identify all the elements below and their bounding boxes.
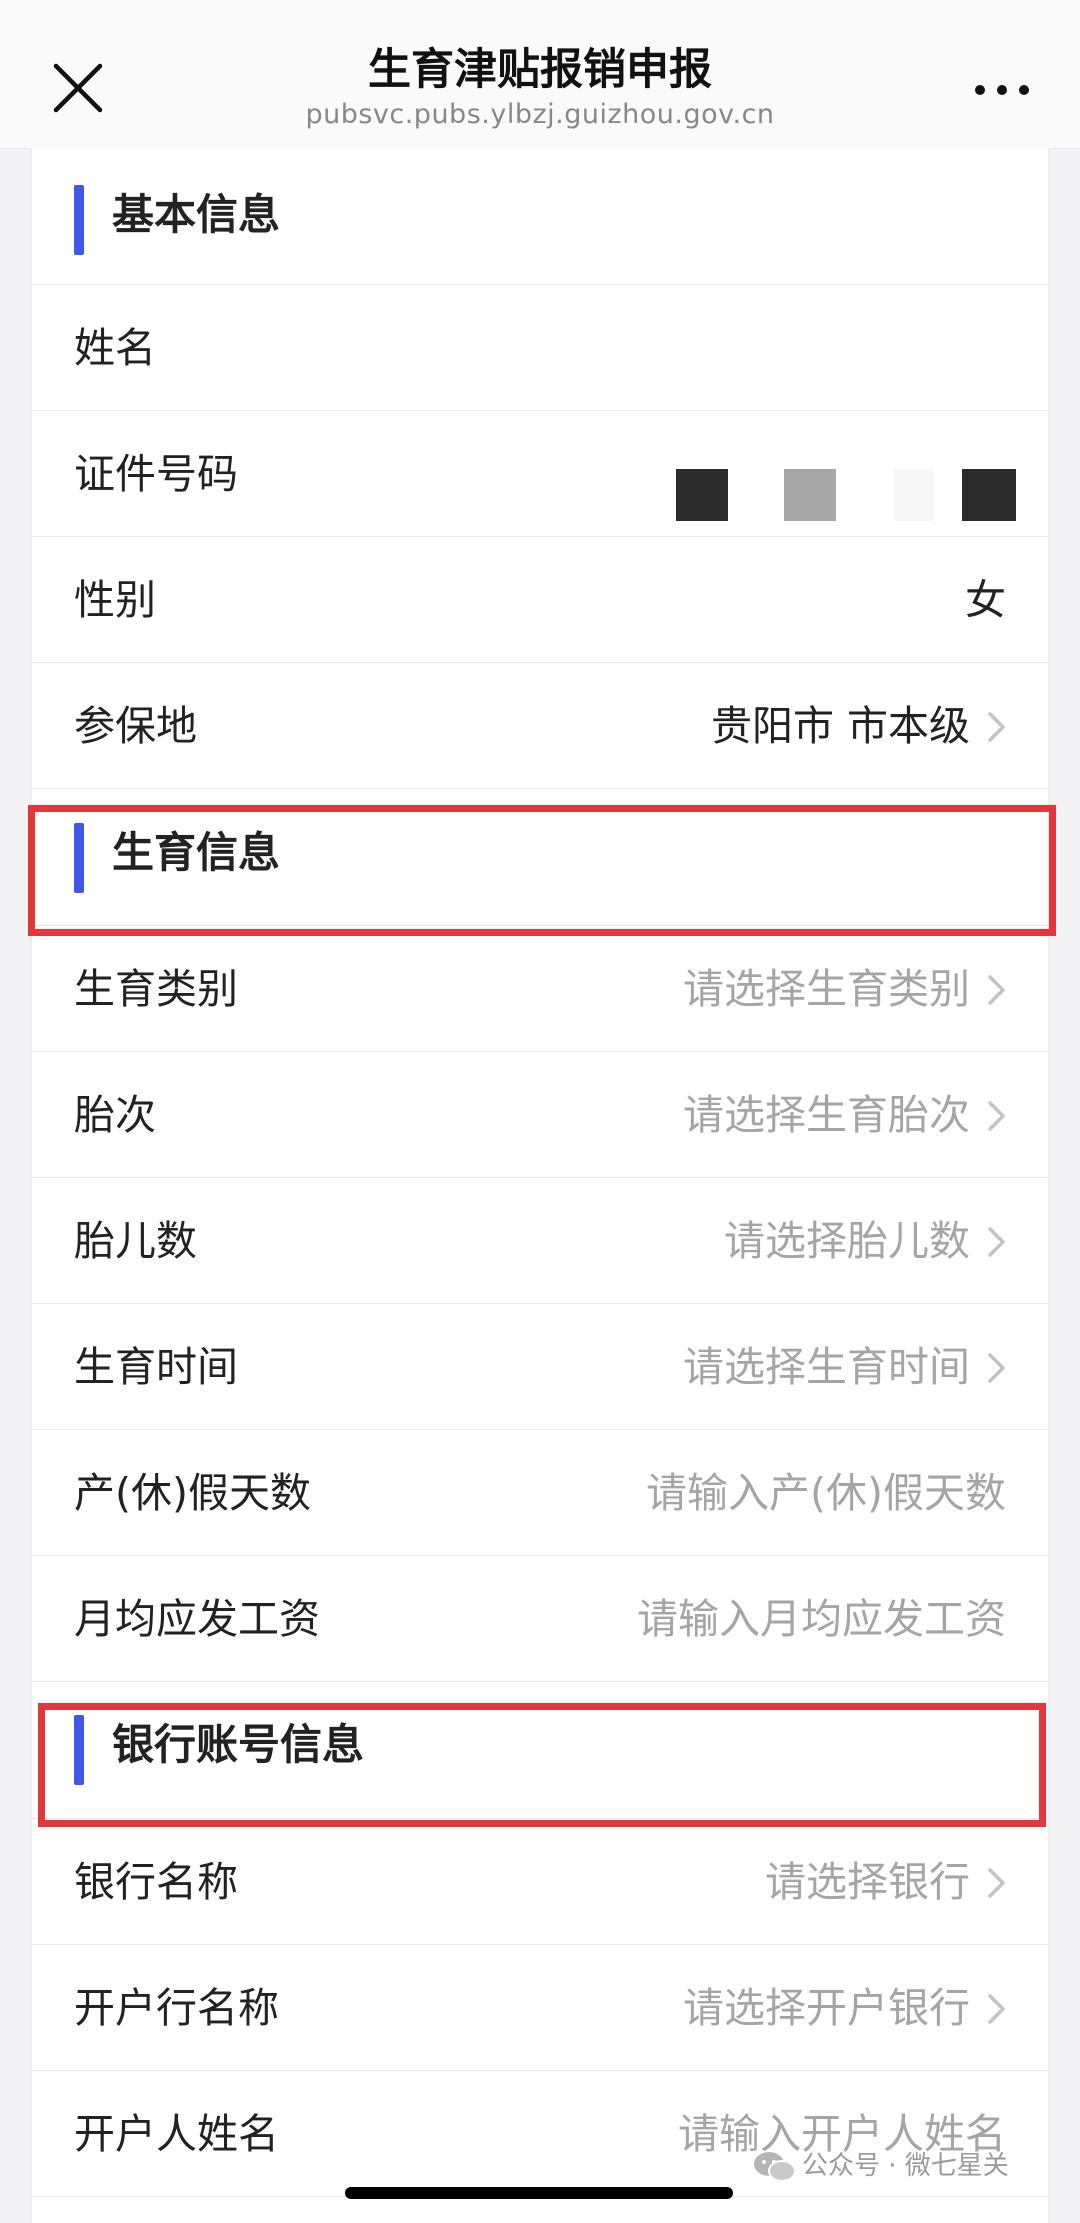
- form-card: 基本信息 姓名 证件号码 性别 女 参保地 贵阳市 市本级 生育信息 生育类别 …: [31, 148, 1049, 2223]
- chevron-right-icon: [986, 1867, 1008, 1899]
- field-label: 胎儿数: [74, 1217, 197, 1265]
- field-label: 银行名称: [74, 1858, 238, 1906]
- field-birth-time[interactable]: 生育时间 请选择生育时间: [32, 1304, 1048, 1430]
- section-title: 基本信息: [112, 190, 281, 239]
- monthly-wage-input[interactable]: 请输入月均应发工资: [637, 1589, 1006, 1649]
- birth-time-select: 请选择生育时间: [683, 1343, 970, 1391]
- field-label: 证件号码: [74, 450, 238, 498]
- home-indicator[interactable]: [345, 2187, 733, 2199]
- field-name: 姓名: [32, 285, 1048, 411]
- chevron-right-icon: [986, 711, 1008, 743]
- insured-location-value: 贵阳市 市本级: [710, 702, 970, 750]
- field-fetus-count[interactable]: 胎儿数 请选择胎儿数: [32, 1178, 1048, 1304]
- chevron-right-icon: [986, 1226, 1008, 1258]
- field-label: 开户行名称: [74, 1984, 279, 2032]
- gender-value: 女: [965, 576, 1006, 624]
- field-id-number: 证件号码: [32, 411, 1048, 537]
- field-label: 开户人姓名: [74, 2110, 279, 2158]
- field-label: 胎次: [74, 1091, 156, 1139]
- chevron-right-icon: [986, 974, 1008, 1006]
- wechat-icon: [752, 2150, 798, 2184]
- field-label: 生育时间: [74, 1343, 238, 1391]
- field-birth-order[interactable]: 胎次 请选择生育胎次: [32, 1052, 1048, 1178]
- section-title: 生育信息: [112, 828, 281, 877]
- birth-type-select: 请选择生育类别: [683, 965, 970, 1013]
- field-label: 月均应发工资: [74, 1595, 320, 1643]
- nav-bar: 生育津贴报销申报 pubsvc.pubs.ylbzj.guizhou.gov.c…: [0, 0, 1080, 149]
- more-icon[interactable]: [972, 70, 1032, 110]
- field-bank-name[interactable]: 银行名称 请选择银行: [32, 1819, 1048, 1945]
- watermark: 公众号 · 微七星关: [752, 2146, 1009, 2186]
- chevron-right-icon: [986, 1352, 1008, 1384]
- section-marker: [74, 185, 84, 255]
- section-birth-header: 生育信息: [32, 789, 1048, 926]
- birth-order-select: 请选择生育胎次: [683, 1091, 970, 1139]
- page-url: pubsvc.pubs.ylbzj.guizhou.gov.cn: [305, 99, 775, 130]
- fetus-count-select: 请选择胎儿数: [724, 1217, 970, 1265]
- chevron-right-icon: [986, 1993, 1008, 2025]
- leave-days-input[interactable]: 请输入产(休)假天数: [646, 1463, 1006, 1523]
- chevron-right-icon: [986, 1100, 1008, 1132]
- page-title: 生育津贴报销申报: [368, 45, 712, 95]
- field-monthly-wage[interactable]: 月均应发工资 请输入月均应发工资: [32, 1556, 1048, 1682]
- field-label: 参保地: [74, 702, 197, 750]
- section-marker: [74, 823, 84, 893]
- section-title: 银行账号信息: [112, 1720, 365, 1769]
- watermark-text: 公众号 · 微七星关: [802, 2151, 1009, 2181]
- bank-name-select: 请选择银行: [765, 1858, 970, 1906]
- field-insured-location[interactable]: 参保地 贵阳市 市本级: [32, 663, 1048, 789]
- field-label: 姓名: [74, 324, 156, 372]
- field-gender: 性别 女: [32, 537, 1048, 663]
- id-number-redacted: [676, 469, 1016, 521]
- field-label: 产(休)假天数: [74, 1469, 311, 1517]
- branch-name-select: 请选择开户银行: [683, 1984, 970, 2032]
- section-basic-header: 基本信息: [32, 148, 1048, 285]
- section-bank-header: 银行账号信息: [32, 1682, 1048, 1819]
- field-branch-name[interactable]: 开户行名称 请选择开户银行: [32, 1945, 1048, 2071]
- field-label: 性别: [74, 576, 156, 624]
- field-birth-type[interactable]: 生育类别 请选择生育类别: [32, 926, 1048, 1052]
- section-marker: [74, 1715, 84, 1785]
- field-label: 生育类别: [74, 965, 238, 1013]
- field-leave-days[interactable]: 产(休)假天数 请输入产(休)假天数: [32, 1430, 1048, 1556]
